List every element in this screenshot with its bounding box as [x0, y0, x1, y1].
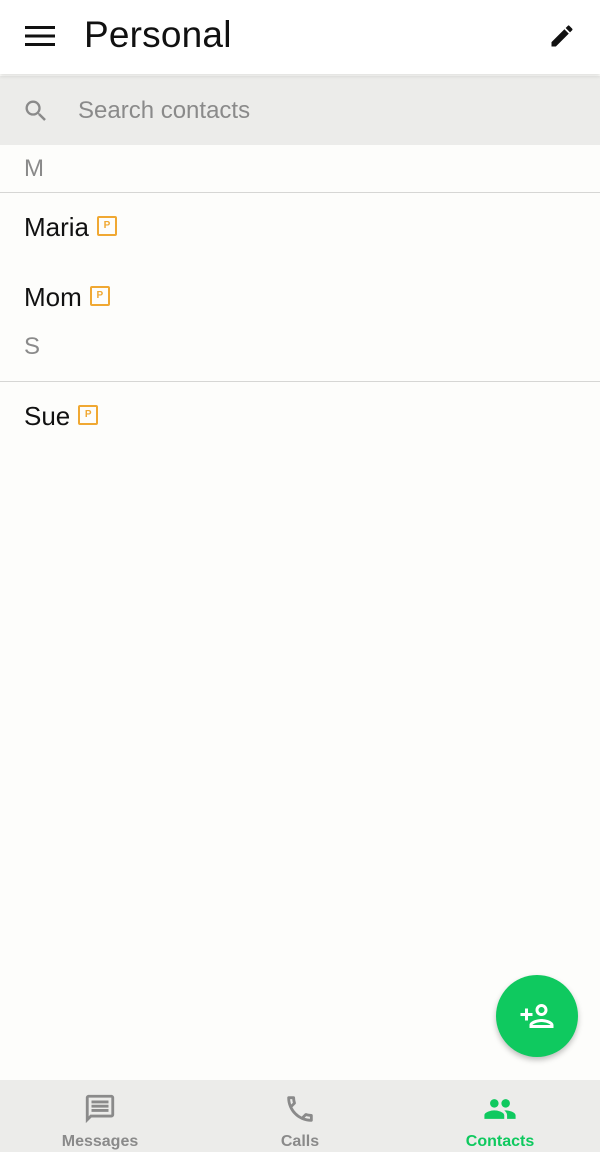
personal-badge-icon: P [78, 405, 99, 426]
contact-name-text: Sue [24, 401, 71, 431]
search-bar [0, 76, 600, 145]
app-header: Personal [0, 0, 600, 74]
contact-row-mom[interactable]: Mom P [0, 263, 600, 333]
tab-label: Messages [61, 1133, 139, 1150]
contact-name: Mom P [24, 282, 110, 313]
tab-calls[interactable]: Calls [200, 1080, 400, 1152]
contact-name: Sue P [24, 401, 99, 432]
contact-name-text: Mom [24, 282, 82, 312]
section-letter: S [24, 333, 41, 360]
contact-name: Maria P [24, 212, 118, 243]
pencil-icon [551, 25, 573, 47]
section-letter: M [24, 155, 44, 182]
phone-icon [287, 1096, 313, 1122]
page-title: Personal [84, 14, 232, 55]
contacts-icon [484, 1099, 516, 1119]
contact-list: M Maria P Mom P S Sue P [0, 145, 600, 452]
add-contact-button[interactable] [496, 975, 578, 1057]
add-contact-icon [520, 1004, 554, 1028]
section-header-m: M [0, 145, 600, 193]
search-icon [25, 100, 46, 121]
bottom-navigation: Messages Calls Contacts [0, 1080, 600, 1152]
personal-badge-icon: P [97, 216, 118, 237]
contact-row-sue[interactable]: Sue P [0, 382, 600, 452]
edit-button[interactable] [540, 14, 584, 58]
tab-label: Calls [280, 1133, 320, 1150]
tab-messages[interactable]: Messages [0, 1080, 200, 1152]
search-input[interactable] [78, 90, 578, 132]
menu-button[interactable] [16, 14, 64, 58]
contact-name-text: Maria [24, 212, 90, 242]
contact-row-maria[interactable]: Maria P [0, 193, 600, 263]
app-screen: Personal M Maria P Mom P S Sue P [0, 0, 600, 1152]
tab-label: Contacts [465, 1133, 535, 1150]
personal-badge-icon: P [89, 286, 110, 307]
hamburger-menu-icon [25, 26, 55, 46]
tab-contacts[interactable]: Contacts [400, 1080, 600, 1152]
message-icon [85, 1094, 115, 1124]
section-header-s: S [0, 333, 600, 382]
